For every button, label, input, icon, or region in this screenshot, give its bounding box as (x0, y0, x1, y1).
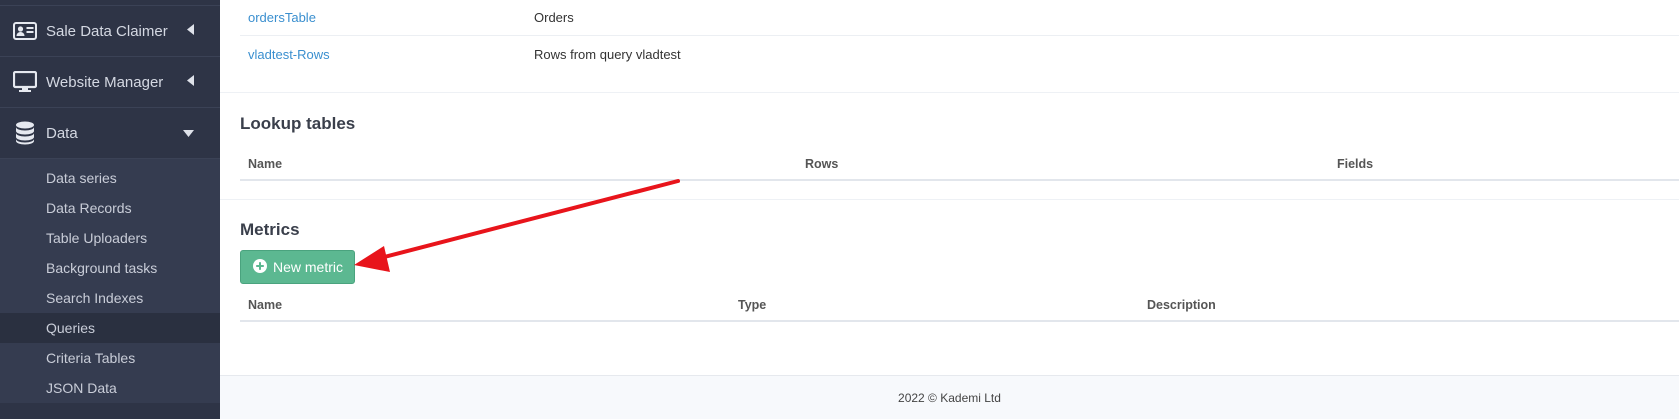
sidebar: Sale Data Claimer Website Manager Data D… (0, 0, 220, 419)
column-header-rows[interactable]: Rows (805, 157, 838, 171)
new-metric-button[interactable]: New metric (240, 250, 355, 284)
sidebar-submenu-data: Data series Data Records Table Uploaders… (0, 159, 220, 403)
sidebar-subitem-queries[interactable]: Queries (0, 313, 220, 343)
sidebar-subitem-json-data[interactable]: JSON Data (0, 373, 220, 403)
lookup-tables-title: Lookup tables (240, 114, 356, 133)
sidebar-item-data[interactable]: Data (0, 108, 220, 159)
footer-copyright: 2022 © Kademi Ltd (898, 390, 1001, 405)
main-content: ordersTable Orders vladtest-Rows Rows fr… (220, 0, 1679, 419)
chevron-left-icon (187, 22, 194, 40)
column-header-name[interactable]: Name (248, 157, 282, 171)
sidebar-item-label: Website Manager (46, 73, 164, 91)
monitor-icon (12, 70, 38, 94)
database-icon (12, 121, 38, 145)
footer: 2022 © Kademi Ltd (220, 375, 1679, 419)
sidebar-subitem-criteria-tables[interactable]: Criteria Tables (0, 343, 220, 373)
column-header-name[interactable]: Name (248, 298, 282, 312)
metrics-table-header: Name Type Description (240, 288, 1679, 322)
column-header-type[interactable]: Type (738, 298, 766, 312)
column-header-description[interactable]: Description (1147, 298, 1216, 312)
section-divider (220, 92, 1679, 93)
sidebar-item-sale-data-claimer[interactable]: Sale Data Claimer (0, 6, 220, 57)
sidebar-subitem-data-records[interactable]: Data Records (0, 193, 220, 223)
sidebar-item-label: Data (46, 124, 78, 142)
plus-circle-icon (253, 258, 267, 276)
table-description: Rows from query vladtest (534, 46, 681, 62)
new-metric-label: New metric (273, 259, 344, 275)
chevron-left-icon (187, 73, 194, 91)
lookup-table-header: Name Rows Fields (240, 147, 1679, 181)
sidebar-subitem-data-series[interactable]: Data series (0, 163, 220, 193)
chevron-down-icon (183, 124, 194, 142)
table-link-vladtest-rows[interactable]: vladtest-Rows (248, 47, 330, 62)
table-link-orderstable[interactable]: ordersTable (248, 10, 316, 25)
table-row: vladtest-Rows Rows from query vladtest (240, 36, 1679, 72)
sidebar-item-label: Sale Data Claimer (46, 22, 168, 40)
id-card-icon (12, 19, 38, 43)
section-divider (220, 199, 1679, 200)
metrics-title: Metrics (240, 220, 300, 239)
table-row: ordersTable Orders (240, 0, 1679, 36)
table-description: Orders (534, 10, 574, 25)
sidebar-subitem-background-tasks[interactable]: Background tasks (0, 253, 220, 283)
column-header-fields[interactable]: Fields (1337, 157, 1373, 171)
sidebar-item-website-manager[interactable]: Website Manager (0, 57, 220, 108)
sidebar-subitem-search-indexes[interactable]: Search Indexes (0, 283, 220, 313)
sidebar-subitem-table-uploaders[interactable]: Table Uploaders (0, 223, 220, 253)
